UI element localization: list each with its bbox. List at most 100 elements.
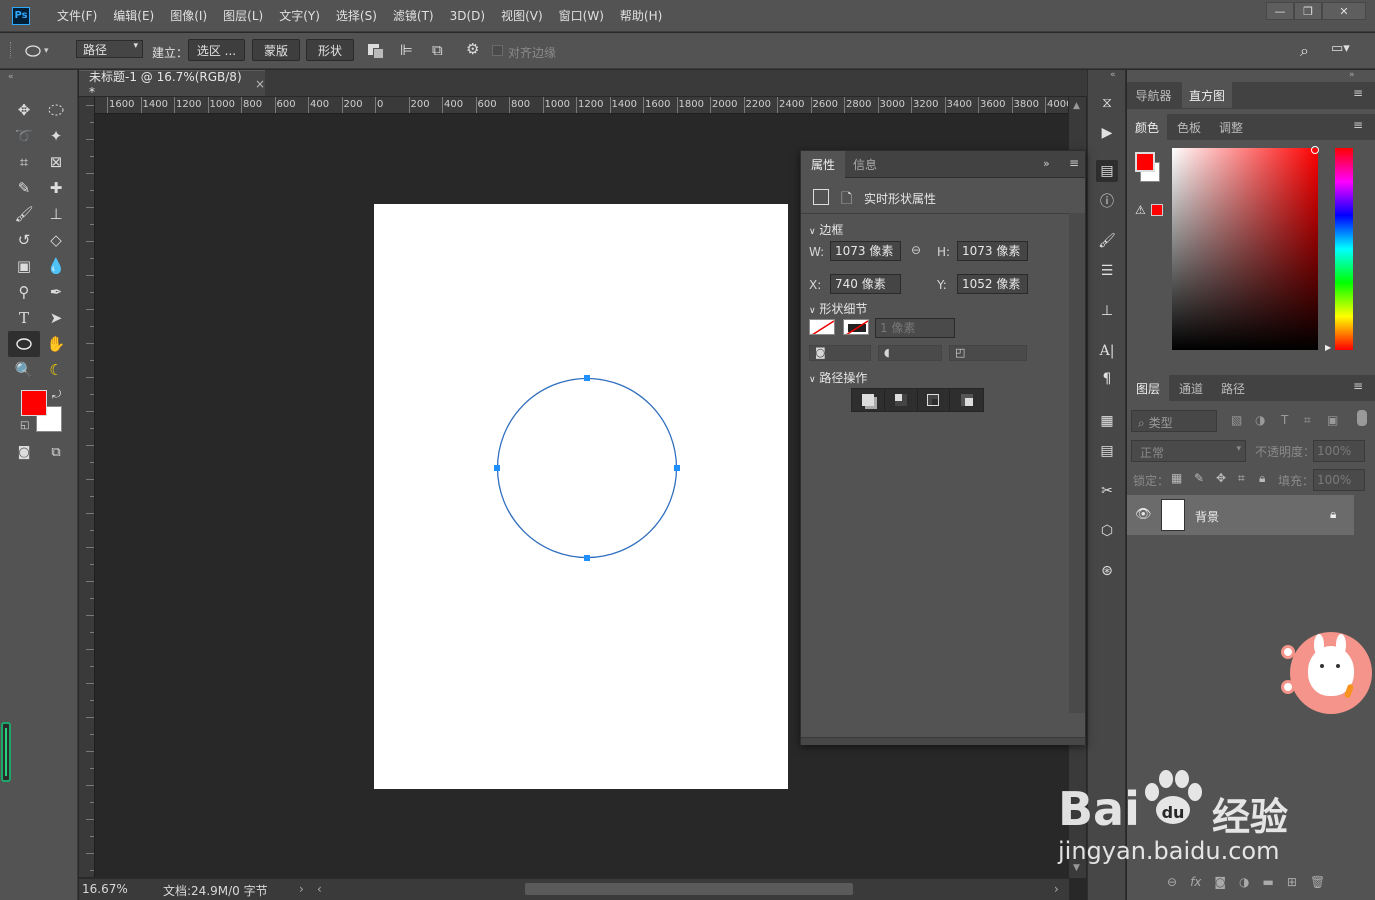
subtract-front-shape-button[interactable] <box>885 389 918 411</box>
panel-menu-icon[interactable]: ≡ <box>1353 86 1363 100</box>
menu-layer[interactable]: 图层(L) <box>216 7 270 24</box>
align-edges-checkbox[interactable] <box>492 45 503 56</box>
make-shape-button[interactable]: 形状 <box>306 39 354 61</box>
type-layer-filter-icon[interactable]: T <box>1281 413 1288 427</box>
frame-tool-icon[interactable]: ⊠ <box>43 150 69 174</box>
add-mask-icon[interactable]: ◙ <box>1214 875 1226 893</box>
menu-image[interactable]: 图像(I) <box>163 7 214 24</box>
blur-tool-icon[interactable]: 💧 <box>43 254 69 278</box>
x-position-field[interactable]: 740 像素 <box>830 274 901 294</box>
stroke-swatch[interactable] <box>843 319 869 335</box>
side-handle[interactable] <box>1 722 11 782</box>
bounds-section-title[interactable]: ∨ 边框 <box>809 221 843 238</box>
path-alignment-icon[interactable]: ⊫ <box>400 41 420 61</box>
pen-tool-icon[interactable]: ✒ <box>43 280 69 304</box>
lock-artboard-icon[interactable]: ⌗ <box>1238 471 1245 486</box>
lock-all-icon[interactable]: 🔒︎ <box>1259 471 1265 486</box>
hand-tool-icon[interactable]: ✋ <box>43 332 69 356</box>
adjustment-layer-icon[interactable]: ◑ <box>1239 875 1249 893</box>
make-selection-button[interactable]: 选区 ... <box>188 39 245 61</box>
menu-help[interactable]: 帮助(H) <box>613 7 669 24</box>
anchor-point-left[interactable] <box>494 465 500 471</box>
anchor-point-bottom[interactable] <box>584 555 590 561</box>
crop-tool-icon[interactable]: ⌗ <box>11 150 37 174</box>
filter-toggle-switch[interactable] <box>1357 410 1367 426</box>
tool-presets-icon[interactable]: ✂ <box>1096 480 1118 502</box>
color-panel-foreground-swatch[interactable] <box>1135 152 1155 172</box>
properties-scrollbar[interactable] <box>1069 213 1085 713</box>
character-icon[interactable]: A| <box>1096 340 1118 362</box>
new-group-icon[interactable]: ▬ <box>1263 875 1274 893</box>
panel-menu-icon[interactable]: ≡ <box>1353 379 1363 393</box>
screen-mode-icon[interactable]: ⧉ <box>43 440 69 464</box>
width-field[interactable]: 1073 像素 <box>830 241 901 261</box>
lock-image-icon[interactable]: ✎ <box>1194 471 1204 485</box>
zoom-level[interactable]: 16.67% <box>82 882 128 896</box>
timeline-icon[interactable]: ⊛ <box>1096 560 1118 582</box>
intersect-shapes-button[interactable] <box>918 389 951 411</box>
new-layer-icon[interactable]: ⊞ <box>1287 875 1297 893</box>
lasso-tool-icon[interactable]: ➰ <box>11 124 37 148</box>
collapse-icon[interactable]: » <box>1043 157 1050 170</box>
info-icon[interactable]: ⓘ <box>1096 190 1118 212</box>
menu-filter[interactable]: 滤镜(T) <box>386 7 441 24</box>
history-brush-tool-icon[interactable]: ↺ <box>11 228 37 252</box>
path-selection-tool-icon[interactable]: ➤ <box>43 306 69 330</box>
gear-icon[interactable]: ⚙ <box>466 40 486 60</box>
scroll-left-icon[interactable]: ‹ <box>317 882 322 896</box>
menu-view[interactable]: 视图(V) <box>494 7 550 24</box>
workspace-switcher-icon[interactable]: ▭▾ <box>1331 41 1361 61</box>
layer-filter-select[interactable]: ⌕ 类型 <box>1131 410 1217 432</box>
brush-settings-icon[interactable]: 🖌 <box>1096 230 1118 252</box>
menu-3d[interactable]: 3D(D) <box>443 9 492 23</box>
gamut-color-chip[interactable] <box>1151 204 1163 216</box>
magic-wand-tool-icon[interactable]: ✦ <box>43 124 69 148</box>
gamut-warning-icon[interactable]: ⚠ <box>1135 203 1146 217</box>
tab-paths[interactable]: 路径 <box>1213 375 1253 401</box>
path-operations-icon[interactable] <box>366 42 386 60</box>
brushes-icon[interactable]: ☰ <box>1096 260 1118 282</box>
shape-layer-filter-icon[interactable]: ⌗ <box>1304 413 1311 428</box>
eraser-tool-icon[interactable]: ◇ <box>43 228 69 252</box>
search-icon[interactable]: ⌕ <box>1300 41 1320 61</box>
tool-preset-picker[interactable]: ▾ <box>24 42 54 60</box>
lock-position-icon[interactable]: ✥ <box>1216 471 1226 485</box>
stroke-caps-select[interactable]: ◖ <box>878 345 942 361</box>
stroke-corners-select[interactable]: ◰ <box>949 345 1027 361</box>
expand-panels-icon[interactable]: « <box>1110 70 1116 80</box>
fx-icon[interactable]: fx <box>1190 875 1201 893</box>
fill-swatch-none[interactable] <box>809 319 835 335</box>
panel-menu-icon[interactable]: ≡ <box>1353 118 1363 132</box>
panel-menu-icon[interactable]: ≡ <box>1069 156 1079 170</box>
maximize-button[interactable]: ❐ <box>1294 2 1322 20</box>
anchor-point-right[interactable] <box>674 465 680 471</box>
tab-channels[interactable]: 通道 <box>1171 375 1211 401</box>
eyedropper-tool-icon[interactable]: ✎ <box>11 176 37 200</box>
tab-navigator[interactable]: 导航器 <box>1127 82 1180 108</box>
banana-icon[interactable]: ☾ <box>43 358 69 382</box>
tab-layers[interactable]: 图层 <box>1127 375 1169 401</box>
actions-play-icon[interactable]: ▶ <box>1096 122 1118 144</box>
adjustment-layer-filter-icon[interactable]: ◑ <box>1255 413 1265 427</box>
properties-icon[interactable]: ▤ <box>1096 160 1118 182</box>
smart-object-filter-icon[interactable]: ▣ <box>1327 413 1338 427</box>
tab-properties[interactable]: 属性 <box>801 151 845 178</box>
tab-info[interactable]: 信息 <box>845 151 885 178</box>
path-operations-section-title[interactable]: ∨ 路径操作 <box>809 369 867 386</box>
eye-icon[interactable]: 👁 <box>1135 507 1152 522</box>
tab-color[interactable]: 颜色 <box>1127 114 1167 140</box>
menu-edit[interactable]: 编辑(E) <box>106 7 161 24</box>
color-picker-field[interactable] <box>1172 148 1318 350</box>
link-icon[interactable]: ⊖ <box>911 243 921 257</box>
brush-tool-icon[interactable]: 🖌 <box>11 202 37 226</box>
gradient-tool-icon[interactable]: ▣ <box>11 254 37 278</box>
foreground-color-swatch[interactable] <box>21 390 47 416</box>
marquee-tool-icon[interactable] <box>43 98 69 122</box>
quick-mask-icon[interactable]: ◙ <box>11 440 37 464</box>
menu-select[interactable]: 选择(S) <box>329 7 384 24</box>
history-icon[interactable]: ⧖ <box>1096 92 1118 114</box>
shape-details-section-title[interactable]: ∨ 形状细节 <box>809 300 867 317</box>
healing-brush-tool-icon[interactable]: ✚ <box>43 176 69 200</box>
collapse-right-icon[interactable]: » <box>1349 70 1355 80</box>
paragraph-icon[interactable]: ¶ <box>1096 368 1118 390</box>
